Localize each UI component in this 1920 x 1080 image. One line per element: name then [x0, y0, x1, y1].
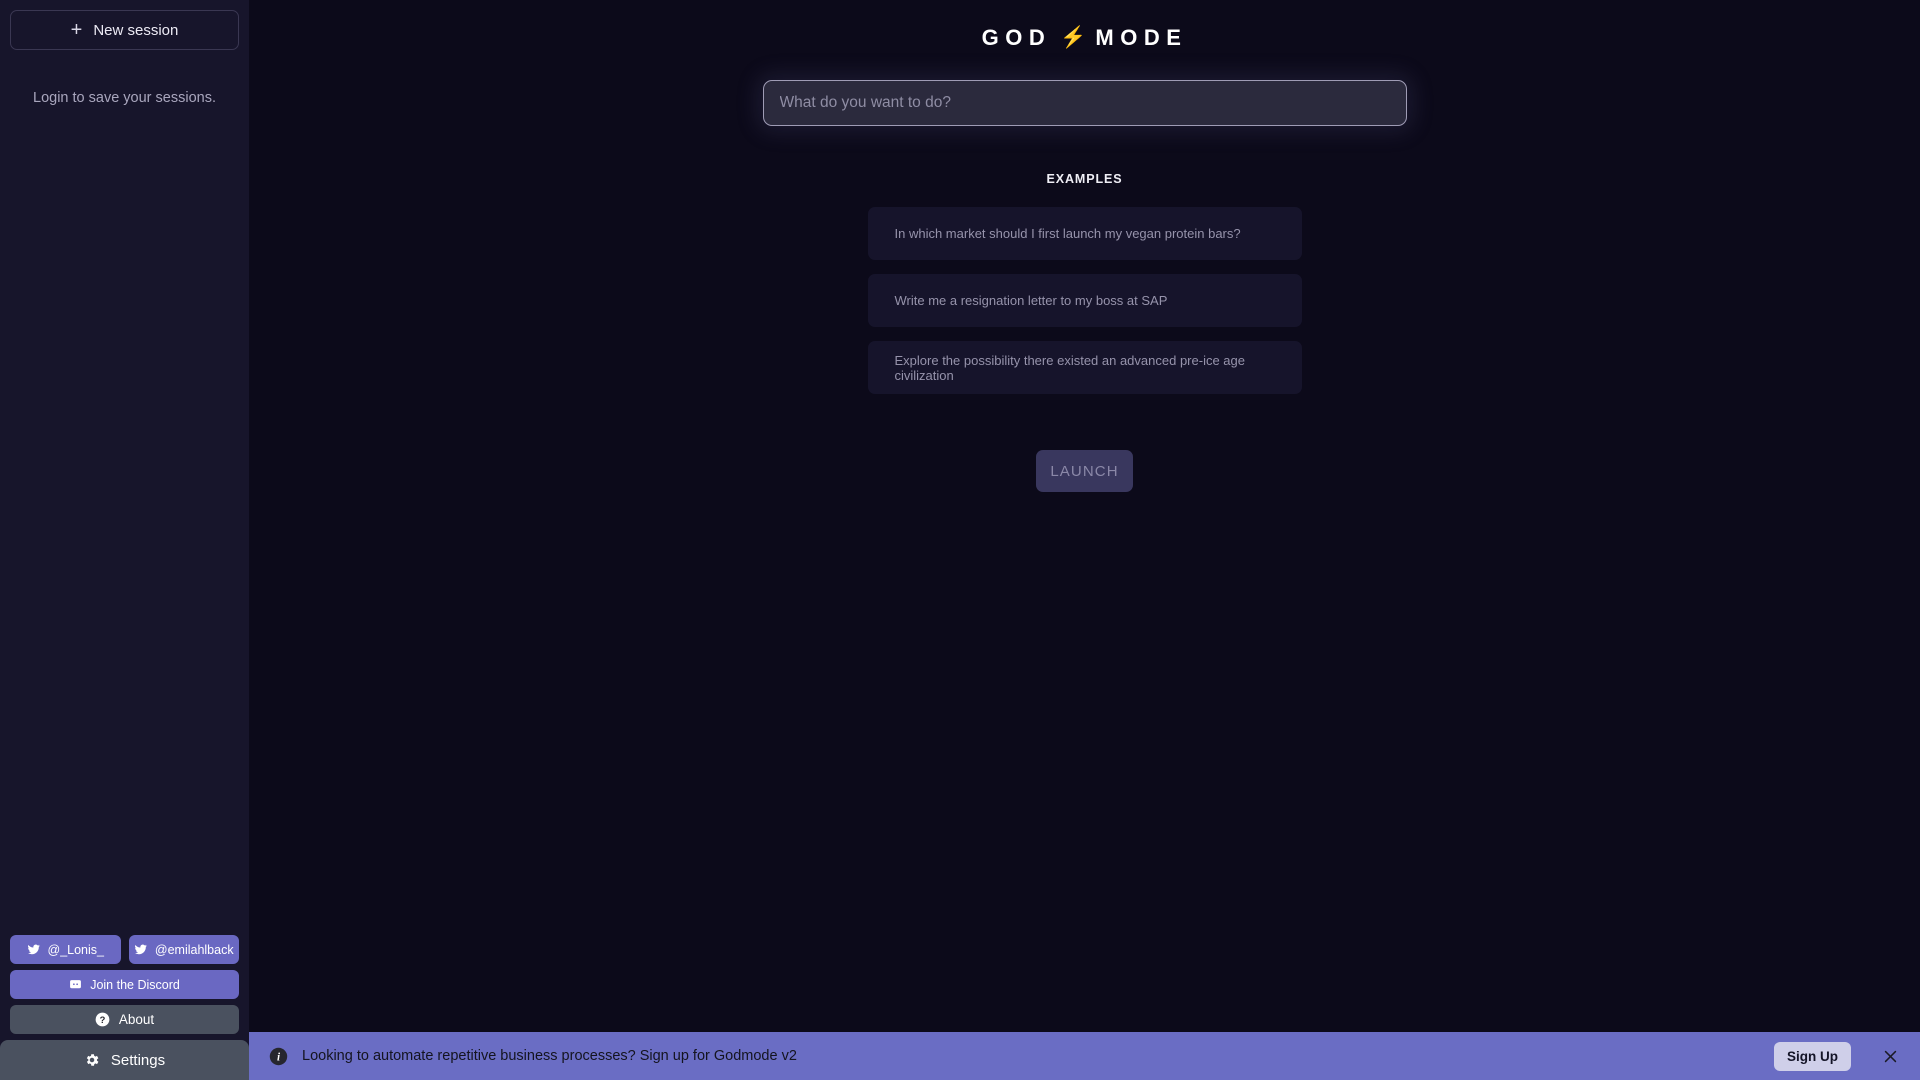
join-discord-button[interactable]: Join the Discord	[10, 970, 239, 999]
svg-text:?: ?	[100, 1015, 106, 1025]
twitter-link-lonis-label: @_Lonis_	[47, 942, 104, 957]
settings-button[interactable]: Settings	[0, 1040, 249, 1080]
login-note: Login to save your sessions.	[33, 90, 216, 106]
plus-icon: +	[70, 19, 83, 41]
lightning-bolt-icon: ⚡	[1060, 26, 1087, 49]
prompt-input[interactable]	[762, 80, 1407, 126]
new-session-button[interactable]: + New session	[10, 10, 239, 50]
join-discord-label: Join the Discord	[90, 977, 180, 992]
twitter-link-emilahlback[interactable]: @emilahlback	[128, 935, 239, 964]
examples-list: In which market should I first launch my…	[867, 207, 1302, 394]
close-icon[interactable]	[1882, 1048, 1899, 1065]
settings-label: Settings	[110, 1051, 166, 1069]
sidebar-footer: @_Lonis_ @emilahlback Join the Discord ?…	[0, 935, 249, 1080]
example-card[interactable]: In which market should I first launch my…	[867, 207, 1302, 260]
promo-banner-text: Looking to automate repetitive business …	[302, 1048, 797, 1064]
example-card[interactable]: Write me a resignation letter to my boss…	[867, 274, 1302, 327]
about-label: About	[118, 1012, 155, 1027]
page-title: GOD ⚡ MODE	[982, 25, 1188, 51]
discord-icon	[69, 978, 82, 991]
twitter-bird-icon	[27, 943, 40, 956]
main-content: GOD ⚡ MODE EXAMPLES In which market shou…	[249, 0, 1920, 1080]
sign-up-button[interactable]: Sign Up	[1774, 1041, 1851, 1071]
about-button[interactable]: ? About	[10, 1005, 239, 1034]
example-card[interactable]: Explore the possibility there existed an…	[867, 341, 1302, 394]
prompt-input-wrapper	[762, 80, 1407, 126]
twitter-links-row: @_Lonis_ @emilahlback	[10, 935, 239, 964]
new-session-label: New session	[93, 21, 179, 39]
page-title-right: MODE	[1095, 25, 1188, 50]
gear-icon	[84, 1052, 100, 1068]
examples-heading: EXAMPLES	[1046, 172, 1123, 186]
promo-banner: i Looking to automate repetitive busines…	[249, 1032, 1920, 1080]
info-circle-icon: i	[269, 1047, 288, 1066]
sidebar-session-list	[10, 106, 239, 935]
launch-button[interactable]: LAUNCH	[1036, 450, 1133, 492]
twitter-link-lonis[interactable]: @_Lonis_	[10, 935, 121, 964]
twitter-bird-icon	[134, 943, 147, 956]
twitter-link-emilahlback-label: @emilahlback	[154, 942, 234, 957]
help-circle-icon: ?	[95, 1012, 110, 1027]
page-title-left: GOD	[981, 25, 1052, 50]
sidebar: + New session Login to save your session…	[0, 0, 249, 1080]
